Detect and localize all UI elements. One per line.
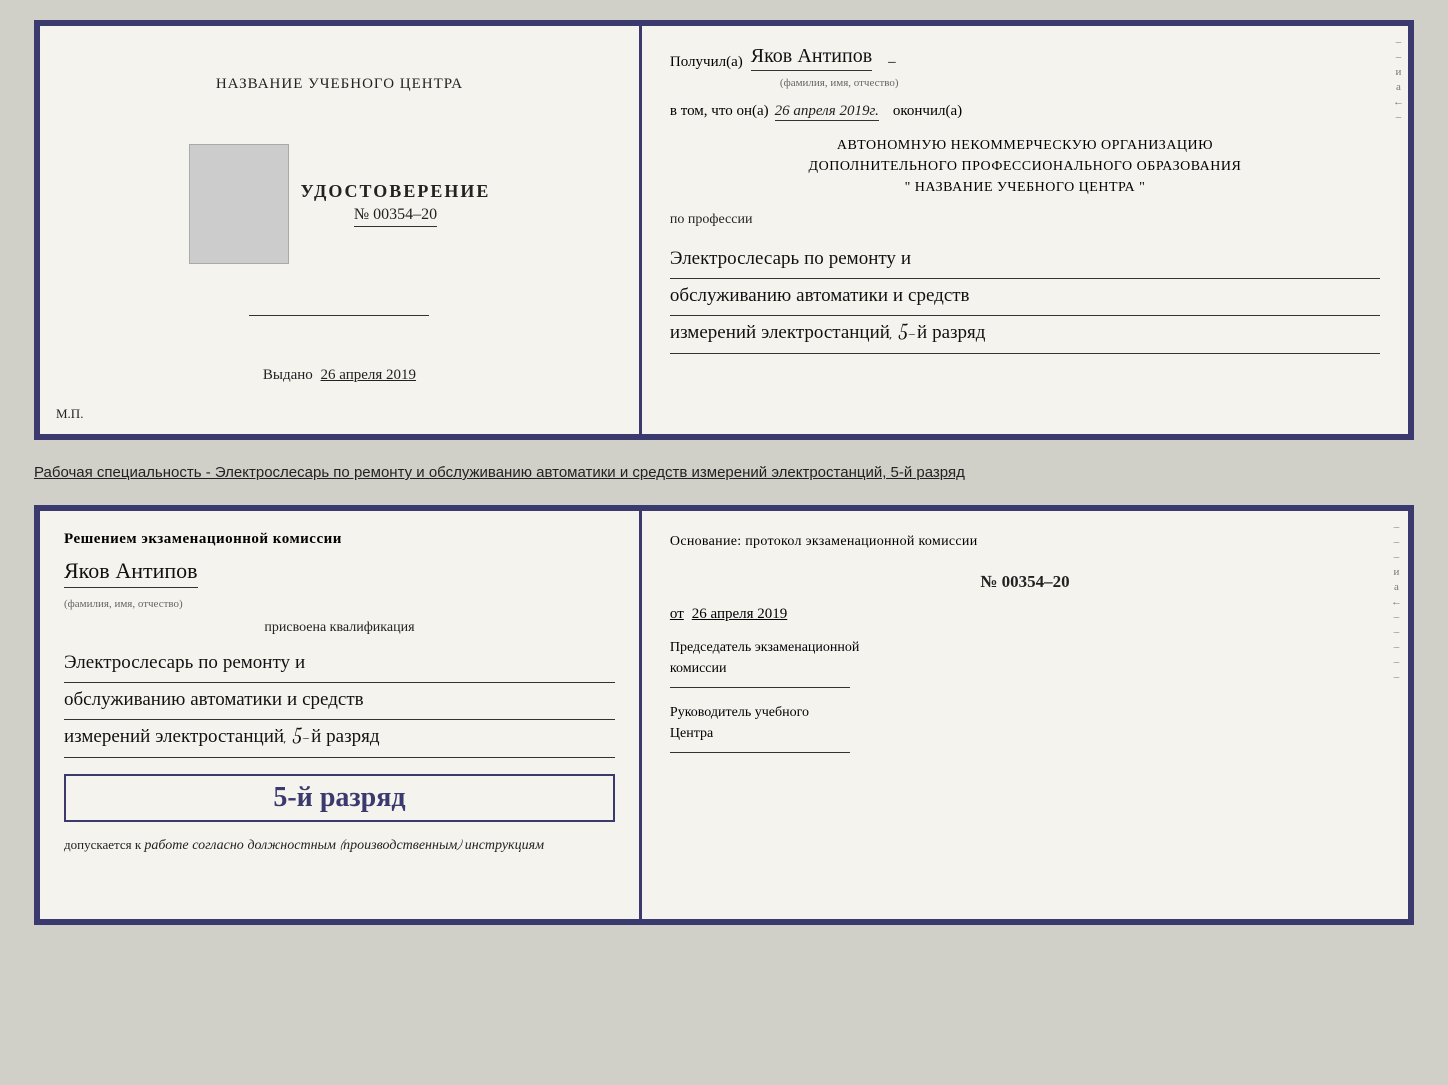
strip-letter-i: и	[1396, 66, 1402, 78]
prisvoena-label: присвоена квалификация	[64, 620, 615, 636]
resheniem-line: Решением экзаменационной комиссии	[64, 531, 615, 548]
top-doc-left: НАЗВАНИЕ УЧЕБНОГО ЦЕНТРА УДОСТОВЕРЕНИЕ №…	[40, 26, 642, 434]
photo-placeholder	[189, 144, 289, 264]
poluchil-prefix: Получил(а)	[670, 54, 743, 71]
rukovoditel-line1: Руководитель учебного	[670, 702, 1380, 723]
bstrip-d5: –	[1394, 671, 1400, 683]
separator-text: Рабочая специальность - Электрослесарь п…	[34, 458, 1414, 487]
strip-i: –	[1396, 36, 1402, 48]
bottom-fio-sub: (фамилия, имя, отчество)	[64, 598, 615, 610]
poluchil-name: Яков Антипов	[751, 44, 872, 71]
dopusk-italic: работе согласно должностным (производств…	[144, 836, 544, 853]
bstrip-d3: –	[1394, 641, 1400, 653]
ot-date: 26 апреля 2019	[692, 606, 788, 623]
bottom-prof-line2: обслуживанию автоматики и средств	[64, 683, 615, 720]
bstrip-d4: –	[1394, 656, 1400, 668]
bottom-prof-line1: Электрослесарь по ремонту и	[64, 646, 615, 683]
rukovoditel-sign-line	[670, 752, 850, 753]
profession-line1: Электрослесарь по ремонту и	[670, 242, 1380, 279]
vydano-block: Выдано 26 апреля 2019	[263, 367, 416, 384]
bstrip-d2: –	[1394, 626, 1400, 638]
po-professii-label: по профессии	[670, 212, 1380, 228]
predsedatel-sign-line	[670, 687, 850, 688]
protocol-number: № 00354–20	[670, 572, 1380, 592]
profession-line2: обслуживанию автоматики и средств	[670, 279, 1380, 316]
udost-number: № 00354–20	[354, 206, 437, 227]
poluchil-line: Получил(а) Яков Антипов –	[670, 44, 1380, 71]
org-block: АВТОНОМНУЮ НЕКОММЕРЧЕСКУЮ ОРГАНИЗАЦИЮ ДО…	[670, 135, 1380, 198]
vydano-label: Выдано	[263, 367, 313, 383]
org-line1: АВТОНОМНУЮ НЕКОММЕРЧЕСКУЮ ОРГАНИЗАЦИЮ	[670, 135, 1380, 156]
mp-label: М.П.	[56, 406, 83, 422]
ot-prefix: от	[670, 606, 684, 623]
bottom-profession-block: Электрослесарь по ремонту и обслуживанию…	[64, 646, 615, 758]
bstrip-2: –	[1394, 536, 1400, 548]
udostoverenie-block: УДОСТОВЕРЕНИЕ № 00354–20	[301, 181, 491, 227]
vtom-line: в том, что он(а) 26 апреля 2019г. окончи…	[670, 103, 1380, 121]
bottom-document: Решением экзаменационной комиссии Яков А…	[34, 505, 1414, 925]
bottom-right-strip: – – – и a ← – – – – –	[1391, 521, 1402, 683]
profession-line3: измерений электростанций, 5-й разряд	[670, 316, 1380, 353]
vtom-prefix: в том, что он(а)	[670, 103, 769, 120]
top-document: НАЗВАНИЕ УЧЕБНОГО ЦЕНТРА УДОСТОВЕРЕНИЕ №…	[34, 20, 1414, 440]
predsedatel-line1: Председатель экзаменационной	[670, 637, 1380, 658]
bstrip-3: –	[1394, 551, 1400, 563]
razryad-badge: 5-й разряд	[64, 774, 615, 822]
top-doc-right: Получил(а) Яков Антипов – (фамилия, имя,…	[642, 26, 1408, 434]
udost-title: УДОСТОВЕРЕНИЕ	[301, 181, 491, 202]
org-line3: " НАЗВАНИЕ УЧЕБНОГО ЦЕНТРА "	[670, 177, 1380, 198]
dash-right: –	[888, 54, 896, 71]
org-line2: ДОПОЛНИТЕЛЬНОГО ПРОФЕССИОНАЛЬНОГО ОБРАЗО…	[670, 156, 1380, 177]
strip-dash: –	[1396, 111, 1402, 123]
okonchil-label: окончил(а)	[893, 103, 962, 120]
vydano-date: 26 апреля 2019	[321, 367, 417, 383]
bottom-name: Яков Антипов	[64, 558, 198, 588]
bstrip-1: –	[1394, 521, 1400, 533]
bstrip-arrow: ←	[1391, 596, 1402, 608]
strip-letter-a: a	[1396, 81, 1401, 93]
bstrip-d1: –	[1394, 611, 1400, 623]
bstrip-i: и	[1394, 566, 1400, 578]
ot-date-line: от 26 апреля 2019	[670, 606, 1380, 623]
bottom-doc-right: Основание: протокол экзаменационной коми…	[642, 511, 1408, 919]
predsedatel-line2: комиссии	[670, 658, 1380, 679]
bottom-name-block: Яков Антипов	[64, 558, 615, 588]
fio-sub-top: (фамилия, имя, отчество)	[780, 77, 1380, 89]
dopuskaetsya-line: допускается к работе согласно должностны…	[64, 836, 615, 854]
strip-a: –	[1396, 51, 1402, 63]
bstrip-a: a	[1394, 581, 1399, 593]
osnovanie-line: Основание: протокол экзаменационной коми…	[670, 531, 1380, 552]
rukovoditel-block: Руководитель учебного Центра	[670, 702, 1380, 753]
bottom-prof-line3: измерений электростанций, 5-й разряд	[64, 720, 615, 757]
signature-line	[249, 315, 429, 316]
strip-arrow: ←	[1393, 96, 1404, 108]
right-strip: – – и a ← –	[1393, 36, 1404, 123]
bottom-doc-left: Решением экзаменационной комиссии Яков А…	[40, 511, 642, 919]
profession-block: Электрослесарь по ремонту и обслуживанию…	[670, 242, 1380, 354]
top-center-title: НАЗВАНИЕ УЧЕБНОГО ЦЕНТРА	[216, 76, 463, 93]
predsedatel-block: Председатель экзаменационной комиссии	[670, 637, 1380, 688]
vtom-date: 26 апреля 2019г.	[775, 103, 879, 121]
rukovoditel-line2: Центра	[670, 723, 1380, 744]
dopuskaetsya-label: допускается к	[64, 837, 141, 852]
